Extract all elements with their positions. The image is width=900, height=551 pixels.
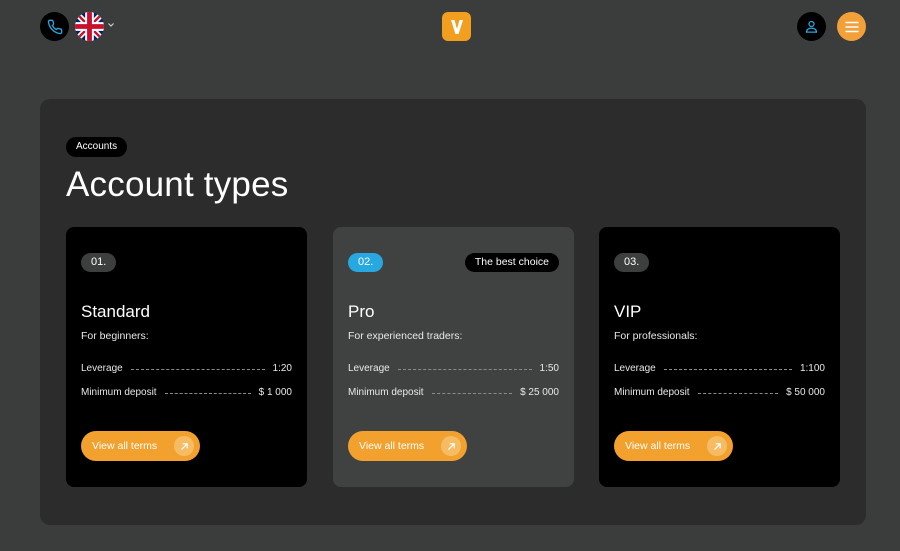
top-bar [0, 0, 900, 60]
view-all-terms-button[interactable]: View all terms [348, 431, 467, 461]
v-logo-icon [450, 19, 463, 34]
leverage-label: Leverage [348, 362, 390, 374]
minimum-deposit-label: Minimum deposit [81, 386, 157, 398]
dotted-leader [130, 368, 265, 370]
phone-icon [47, 19, 62, 34]
minimum-deposit-row: Minimum deposit $ 25 000 [348, 385, 559, 399]
account-card-pro: 02. The best choice Pro For experienced … [333, 227, 574, 487]
button-label: View all terms [359, 440, 425, 452]
leverage-row: Leverage 1:100 [614, 361, 825, 375]
minimum-deposit-label: Minimum deposit [348, 386, 424, 398]
dotted-leader [663, 368, 792, 370]
leverage-label: Leverage [614, 362, 656, 374]
card-title: VIP [614, 302, 642, 321]
minimum-deposit-row: Minimum deposit $ 50 000 [614, 385, 825, 399]
card-number: 03. [614, 253, 650, 272]
language-selector[interactable] [75, 12, 104, 41]
card-subtitle: For experienced traders: [348, 330, 463, 342]
view-all-terms-button[interactable]: View all terms [614, 431, 733, 461]
card-subtitle: For beginners: [81, 330, 149, 342]
card-number: 02. [348, 253, 384, 272]
arrow-up-right-icon [707, 436, 727, 456]
minimum-deposit-value: $ 50 000 [786, 386, 825, 398]
arrow-up-right-icon [174, 436, 194, 456]
uk-flag-icon [75, 12, 104, 41]
leverage-row: Leverage 1:20 [81, 361, 292, 375]
dotted-leader [164, 392, 251, 394]
chevron-down-icon[interactable] [107, 21, 115, 29]
card-subtitle: For professionals: [614, 330, 698, 342]
dotted-leader [431, 392, 513, 394]
menu-icon [844, 21, 859, 32]
minimum-deposit-value: $ 1 000 [258, 386, 292, 398]
card-number: 01. [81, 253, 117, 272]
leverage-value: 1:50 [539, 362, 559, 374]
section-badge: Accounts [66, 137, 128, 157]
menu-button[interactable] [837, 12, 866, 41]
leverage-value: 1:100 [799, 362, 825, 374]
arrow-up-right-icon [441, 436, 461, 456]
phone-button[interactable] [40, 12, 69, 41]
minimum-deposit-value: $ 25 000 [520, 386, 559, 398]
dotted-leader [397, 368, 532, 370]
user-icon [805, 20, 818, 33]
page-title: Account types [66, 165, 289, 204]
card-title: Pro [348, 302, 375, 321]
leverage-value: 1:20 [272, 362, 292, 374]
minimum-deposit-row: Minimum deposit $ 1 000 [81, 385, 292, 399]
user-account-button[interactable] [797, 12, 826, 41]
dotted-leader [697, 392, 779, 394]
account-card-vip: 03. VIP For professionals: Leverage 1:10… [599, 227, 840, 487]
minimum-deposit-label: Minimum deposit [614, 386, 690, 398]
logo[interactable] [442, 12, 471, 41]
best-choice-badge: The best choice [464, 253, 559, 272]
view-all-terms-button[interactable]: View all terms [81, 431, 200, 461]
account-card-standard: 01. Standard For beginners: Leverage 1:2… [66, 227, 307, 487]
account-types-section: Accounts Account types 01. Standard For … [40, 99, 866, 525]
button-label: View all terms [92, 440, 158, 452]
leverage-row: Leverage 1:50 [348, 361, 559, 375]
button-label: View all terms [625, 440, 691, 452]
leverage-label: Leverage [81, 362, 123, 374]
card-title: Standard [81, 302, 150, 321]
